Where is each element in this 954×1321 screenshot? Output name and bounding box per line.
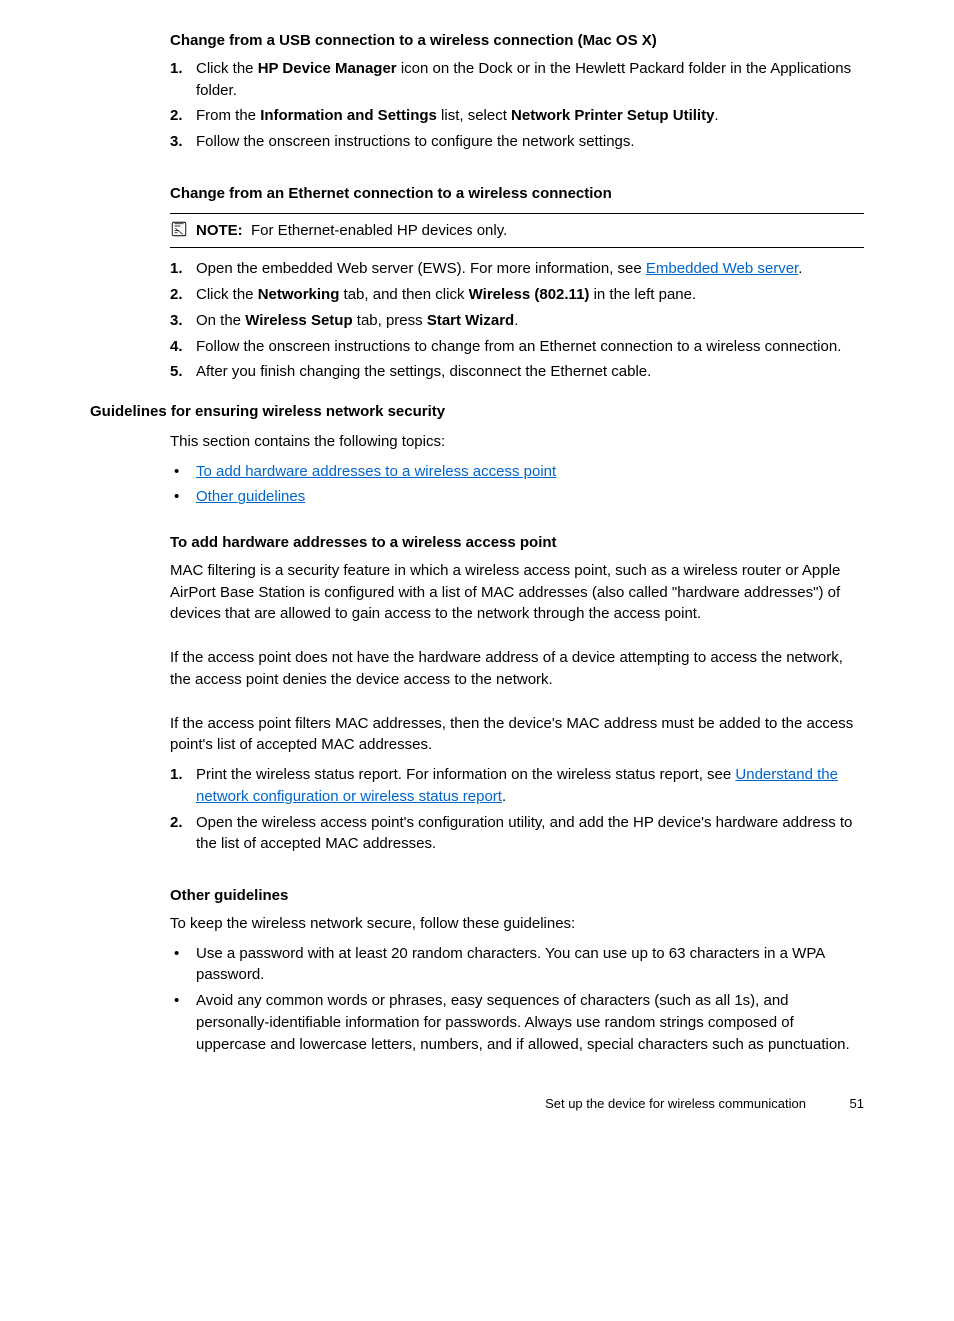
list-item: Print the wireless status report. For in… [170, 764, 864, 808]
guidelines-list: Use a password with at least 20 random c… [170, 943, 864, 1056]
section-heading-ethernet: Change from an Ethernet connection to a … [170, 183, 864, 205]
step-text: . [714, 107, 718, 124]
topic-links: To add hardware addresses to a wireless … [170, 461, 864, 509]
step-text: On the [196, 312, 245, 329]
bold-span: Network Printer Setup Utility [511, 107, 714, 124]
bold-span: Wireless Setup [245, 312, 352, 329]
bold-span: HP Device Manager [258, 60, 397, 77]
list-item: Use a password with at least 20 random c… [170, 943, 864, 987]
step-text: . [798, 260, 802, 277]
list-item: On the Wireless Setup tab, press Start W… [170, 310, 864, 332]
bold-span: Information and Settings [260, 107, 437, 124]
step-text: tab, press [353, 312, 427, 329]
list-item: Open the wireless access point's configu… [170, 812, 864, 856]
list-item: After you finish changing the settings, … [170, 361, 864, 383]
steps-ethernet: Open the embedded Web server (EWS). For … [170, 258, 864, 383]
step-text: After you finish changing the settings, … [196, 363, 651, 380]
body-text: MAC filtering is a security feature in w… [170, 560, 864, 625]
list-item: Click the HP Device Manager icon on the … [170, 58, 864, 102]
list-item: To add hardware addresses to a wireless … [170, 461, 864, 483]
intro-text: To keep the wireless network secure, fol… [170, 913, 864, 935]
list-item: Follow the onscreen instructions to conf… [170, 131, 864, 153]
body-text: If the access point does not have the ha… [170, 647, 864, 691]
list-item: Click the Networking tab, and then click… [170, 284, 864, 306]
intro-text: This section contains the following topi… [170, 431, 864, 453]
step-text: Click the [196, 60, 258, 77]
section-heading-other-guidelines: Other guidelines [170, 885, 864, 907]
steps-usb-mac: Click the HP Device Manager icon on the … [170, 58, 864, 153]
section-heading-usb-mac: Change from a USB connection to a wirele… [170, 30, 864, 52]
bold-span: Start Wizard [427, 312, 514, 329]
list-item: Open the embedded Web server (EWS). For … [170, 258, 864, 280]
step-text: Open the embedded Web server (EWS). For … [196, 260, 646, 277]
section-heading-hw-addresses: To add hardware addresses to a wireless … [170, 532, 864, 554]
list-item: From the Information and Settings list, … [170, 105, 864, 127]
list-item: Avoid any common words or phrases, easy … [170, 990, 864, 1055]
steps-hw-addresses: Print the wireless status report. For in… [170, 764, 864, 855]
step-text: list, select [437, 107, 511, 124]
note-message: For Ethernet-enabled HP devices only. [251, 222, 507, 239]
link-ews[interactable]: Embedded Web server [646, 260, 798, 277]
list-item: Follow the onscreen instructions to chan… [170, 336, 864, 358]
bullet-text: Use a password with at least 20 random c… [196, 945, 824, 984]
note-icon [170, 220, 190, 238]
note-box: NOTE: For Ethernet-enabled HP devices on… [170, 213, 864, 249]
note-label: NOTE: [196, 222, 243, 239]
link-hw-addresses[interactable]: To add hardware addresses to a wireless … [196, 463, 556, 480]
note-content: NOTE: For Ethernet-enabled HP devices on… [196, 220, 864, 242]
step-text: Click the [196, 286, 258, 303]
bold-span: Networking [258, 286, 340, 303]
bold-span: Wireless (802.11) [469, 286, 590, 303]
bullet-text: Avoid any common words or phrases, easy … [196, 992, 850, 1053]
body-text: If the access point filters MAC addresse… [170, 713, 864, 757]
step-text: Follow the onscreen instructions to conf… [196, 133, 635, 150]
step-text: tab, and then click [339, 286, 468, 303]
step-text: in the left pane. [589, 286, 696, 303]
step-text: . [502, 788, 506, 805]
page-number: 51 [824, 1095, 864, 1114]
page-footer: Set up the device for wireless communica… [90, 1095, 864, 1114]
section-heading-guidelines: Guidelines for ensuring wireless network… [90, 401, 864, 423]
step-text: Follow the onscreen instructions to chan… [196, 338, 841, 355]
step-text: . [514, 312, 518, 329]
step-text: From the [196, 107, 260, 124]
footer-label: Set up the device for wireless communica… [545, 1096, 806, 1111]
list-item: Other guidelines [170, 486, 864, 508]
step-text: Open the wireless access point's configu… [196, 814, 852, 853]
link-other-guidelines[interactable]: Other guidelines [196, 488, 305, 505]
step-text: Print the wireless status report. For in… [196, 766, 735, 783]
